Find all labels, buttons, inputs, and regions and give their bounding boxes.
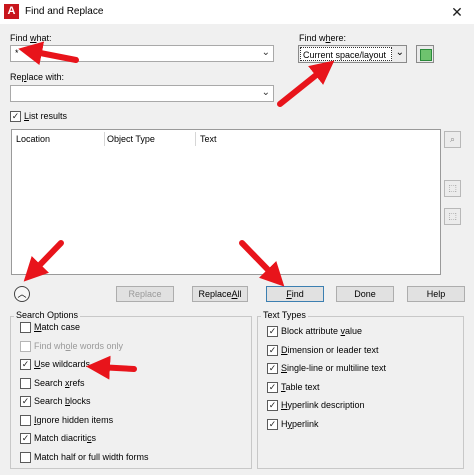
checkbox[interactable] <box>20 340 31 352</box>
checkbox[interactable] <box>20 322 31 333</box>
checkbox[interactable] <box>20 377 31 389</box>
column-header-location[interactable]: Location <box>16 134 50 144</box>
find-what-label: Find what: <box>10 33 52 43</box>
arrow-to-find-where <box>277 60 335 107</box>
select-objects-icon <box>420 49 432 61</box>
help-button[interactable]: Help <box>407 286 465 302</box>
checkbox[interactable]: ✓ <box>267 400 278 411</box>
done-button[interactable]: Done <box>336 286 394 302</box>
checkbox-label: Ignore hidden items <box>34 414 114 425</box>
text-types-title: Text Types <box>261 310 308 320</box>
checkbox-label: Block attribute value <box>281 326 363 336</box>
replace-with-combo[interactable]: ⌄ <box>10 85 274 102</box>
replace-with-label: Replace with: <box>10 72 65 82</box>
search-options-group <box>10 316 252 469</box>
checkbox-label: Hyperlink description <box>281 400 365 410</box>
chevron-down-icon[interactable]: ⌄ <box>262 87 270 98</box>
checkbox[interactable] <box>20 451 31 463</box>
checkbox-label: Single-line or multiline text <box>281 363 387 373</box>
column-header-object-type[interactable]: Object Type <box>107 134 155 144</box>
checkbox[interactable]: ✓ <box>267 344 278 356</box>
find-where-select[interactable]: Current space/layout ⌄ <box>298 45 407 63</box>
find-what-value: * <box>15 48 19 58</box>
create-selection-set-all-icon[interactable]: ⬚ <box>444 208 461 225</box>
checkbox[interactable] <box>20 414 31 426</box>
list-results-label: List results <box>24 111 68 121</box>
chevron-down-icon[interactable]: ⌄ <box>262 47 270 58</box>
text-types-group <box>257 316 464 469</box>
checkbox-label: Table text <box>281 381 320 392</box>
checkbox[interactable]: ✓ <box>20 396 31 407</box>
app-logo-icon: A <box>4 4 19 19</box>
replace-button[interactable]: Replace <box>116 286 174 302</box>
checkbox-label: Search xrefs <box>34 377 85 388</box>
checkbox[interactable]: ✓ <box>267 418 278 430</box>
checkbox[interactable]: ✓ <box>20 433 31 444</box>
checkbox-label: Find whole words only <box>34 340 124 351</box>
close-icon[interactable]: ✕ <box>447 3 467 21</box>
find-where-value: Current space/layout <box>303 50 387 60</box>
checkbox-label: Search blocks <box>34 396 91 406</box>
checkbox[interactable]: ✓ <box>267 381 278 393</box>
zoom-to-highlighted-icon[interactable]: ⌕ <box>444 131 461 148</box>
find-what-combo[interactable]: * ⌄ <box>10 45 274 62</box>
checkbox-label: Hyperlink <box>281 418 319 429</box>
checkbox-label: Match half or full width forms <box>34 451 149 462</box>
checkbox-label: Use wildcards <box>34 359 91 369</box>
checkbox-label: Dimension or leader text <box>281 344 379 355</box>
replace-all-button[interactable]: Replace All <box>192 286 248 302</box>
find-button[interactable]: Find <box>266 286 324 302</box>
find-where-label: Find where: <box>299 33 347 43</box>
column-header-text[interactable]: Text <box>200 134 217 144</box>
checkbox-label: Match case <box>34 322 81 332</box>
chevron-down-icon[interactable]: ⌄ <box>396 47 404 58</box>
search-options-title: Search Options <box>14 310 81 320</box>
select-objects-button[interactable] <box>416 45 434 63</box>
checkbox-label: Match diacritics <box>34 433 97 443</box>
checkbox[interactable]: ✓ <box>20 359 31 370</box>
list-results-checkbox[interactable]: ✓ <box>10 111 21 122</box>
collapse-chevron-up-icon[interactable]: ︿ <box>14 286 30 302</box>
results-list[interactable]: Location Object Type Text <box>11 129 441 275</box>
checkbox[interactable]: ✓ <box>267 326 278 337</box>
checkbox[interactable]: ✓ <box>267 363 278 374</box>
window-title: Find and Replace <box>25 6 104 17</box>
create-selection-set-icon[interactable]: ⬚ <box>444 180 461 197</box>
